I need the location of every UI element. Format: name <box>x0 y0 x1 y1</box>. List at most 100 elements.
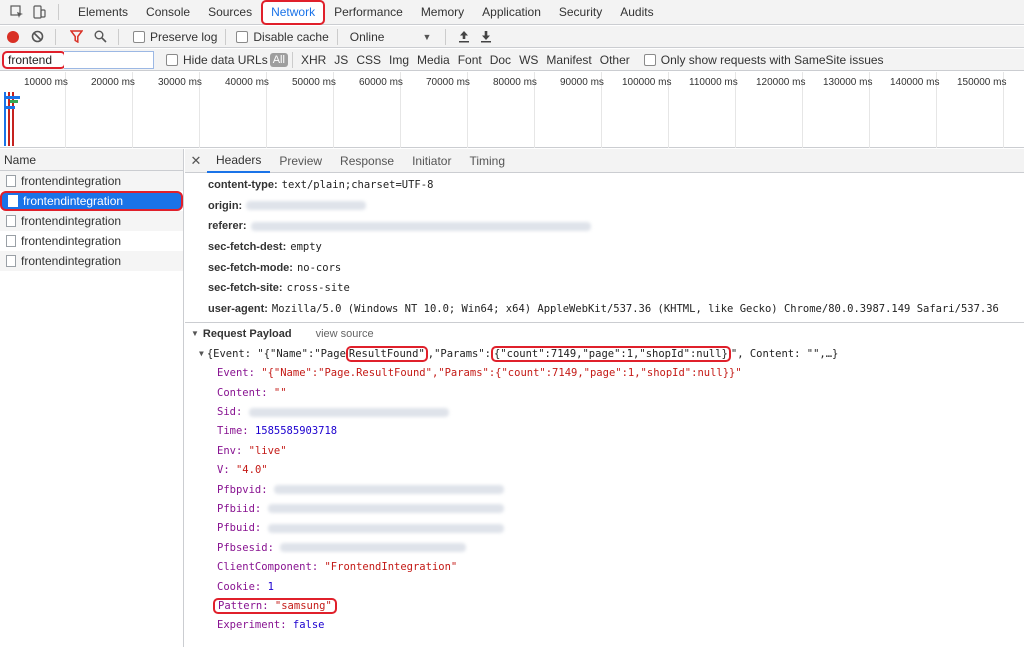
payload-row: Time: 1585585903718 <box>185 422 1024 441</box>
timeline-tick: 50000 ms <box>292 77 336 88</box>
timeline-tick: 30000 ms <box>158 77 202 88</box>
payload-key: Pattern: <box>218 599 269 612</box>
tab-response[interactable]: Response <box>331 149 403 173</box>
tab-timing[interactable]: Timing <box>460 149 514 173</box>
request-list-header[interactable]: Name <box>0 149 183 171</box>
payload-row: Pfbpvid: <box>185 480 1024 499</box>
tab-elements[interactable]: Elements <box>69 0 137 25</box>
search-icon[interactable] <box>92 29 108 45</box>
expand-arrow-icon[interactable]: ▼ <box>199 349 204 358</box>
tab-console[interactable]: Console <box>137 0 199 25</box>
file-icon <box>8 195 18 207</box>
redacted-value <box>267 504 504 514</box>
preserve-log-checkbox[interactable]: Preserve log <box>133 30 217 44</box>
toolbar-separator <box>291 51 293 68</box>
throttling-select[interactable]: Online ▼ <box>350 30 432 44</box>
timeline-tick: 40000 ms <box>225 77 269 88</box>
header-row: user-agent: Mozilla/5.0 (Windows NT 10.0;… <box>185 299 1024 320</box>
tab-preview[interactable]: Preview <box>270 149 331 173</box>
import-har-icon[interactable] <box>456 29 472 45</box>
type-filter-doc[interactable]: Doc <box>486 53 515 67</box>
header-key: user-agent: <box>208 302 268 315</box>
payload-key: Sid: <box>217 406 243 419</box>
tab-application[interactable]: Application <box>473 0 550 25</box>
timeline-overview[interactable]: 10000 ms 20000 ms 30000 ms 40000 ms 5000… <box>0 72 1024 148</box>
hide-data-urls-checkbox[interactable]: Hide data URLs <box>166 53 268 67</box>
tab-security[interactable]: Security <box>550 0 611 25</box>
checkbox-box[interactable] <box>166 53 178 66</box>
disable-cache-checkbox[interactable]: Disable cache <box>236 29 329 44</box>
disable-cache-label: Disable cache <box>253 29 329 44</box>
payload-row: Env: "live" <box>185 441 1024 460</box>
toolbar-separator <box>55 28 56 45</box>
close-icon[interactable]: ✕ <box>185 153 207 169</box>
timeline-tick: 140000 ms <box>890 77 940 88</box>
type-filter-ws[interactable]: WS <box>515 53 542 67</box>
payload-summary-params: {"count":7149,"page":1,"shopId":null} <box>490 345 731 362</box>
export-har-icon[interactable] <box>478 29 494 45</box>
payload-summary-resultfound: ResultFound" <box>345 345 428 362</box>
tab-headers[interactable]: Headers <box>207 149 271 173</box>
pattern-highlight: Pattern: "samsung" <box>213 597 337 614</box>
tab-audits[interactable]: Audits <box>611 0 662 25</box>
devtools-tab-bar: Elements Console Sources Network Perform… <box>0 0 1024 25</box>
clear-icon[interactable] <box>29 29 45 45</box>
type-filter-manifest[interactable]: Manifest <box>542 53 595 67</box>
request-row[interactable]: frontendintegration <box>0 251 183 271</box>
payload-key: V: <box>217 464 230 477</box>
timeline-tick: 10000 ms <box>24 77 68 88</box>
payload-summary-part: {Event: "{"Name":"Page <box>206 347 346 360</box>
payload-summary-part: ", Content: "",…} <box>730 347 839 360</box>
request-row-selected[interactable]: frontendintegration <box>0 191 183 211</box>
request-row[interactable]: frontendintegration <box>0 211 183 231</box>
tab-memory[interactable]: Memory <box>412 0 473 25</box>
payload-tree: ▼ {Event: "{"Name":"Page ResultFound" ,"… <box>185 344 1024 635</box>
checkbox-box[interactable] <box>643 53 656 66</box>
view-source-link[interactable]: view source <box>316 328 374 340</box>
request-payload-title: Request Payload <box>202 327 292 340</box>
payload-summary[interactable]: ▼ {Event: "{"Name":"Page ResultFound" ,"… <box>185 344 1024 363</box>
header-row: sec-fetch-site: cross-site <box>185 278 1024 299</box>
filter-icon[interactable] <box>68 29 84 45</box>
request-payload-section[interactable]: ▼ Request Payload view source <box>185 322 1024 344</box>
request-name: frontendintegration <box>21 214 122 228</box>
checkbox-box[interactable] <box>133 30 145 43</box>
type-filter-all[interactable]: All <box>269 52 288 67</box>
type-filter-other[interactable]: Other <box>596 53 634 67</box>
record-button[interactable] <box>7 30 19 43</box>
timeline-tick: 150000 ms <box>957 77 1007 88</box>
type-filter-js[interactable]: JS <box>330 53 352 67</box>
request-row[interactable]: frontendintegration <box>0 231 183 251</box>
payload-value: "4.0" <box>235 464 268 477</box>
filter-input-rest[interactable] <box>64 50 154 69</box>
inspect-element-icon[interactable] <box>10 5 24 19</box>
type-filter-css[interactable]: CSS <box>352 53 385 67</box>
payload-key: Env: <box>217 444 243 457</box>
payload-value: "samsung" <box>274 599 332 612</box>
tab-performance[interactable]: Performance <box>325 0 412 25</box>
preserve-log-label: Preserve log <box>150 29 218 44</box>
tab-initiator[interactable]: Initiator <box>403 149 460 173</box>
header-value: no-cors <box>296 261 342 274</box>
type-filter-img[interactable]: Img <box>385 53 413 67</box>
type-filter-font[interactable]: Font <box>454 53 486 67</box>
tab-sources[interactable]: Sources <box>199 0 261 25</box>
type-filter-xhr[interactable]: XHR <box>297 53 330 67</box>
type-filter-media[interactable]: Media <box>413 53 454 67</box>
header-value: Mozilla/5.0 (Windows NT 10.0; Win64; x64… <box>271 302 999 315</box>
device-toolbar-icon[interactable] <box>32 5 46 19</box>
request-row[interactable]: frontendintegration <box>0 171 183 191</box>
payload-value: "live" <box>248 444 287 457</box>
request-headers: content-type: text/plain;charset=UTF-8 or… <box>185 173 1024 319</box>
expand-arrow-icon[interactable]: ▼ <box>191 329 199 338</box>
payload-key: Cookie: <box>217 580 262 593</box>
payload-row: ClientComponent: "FrontendIntegration" <box>185 557 1024 576</box>
checkbox-box[interactable] <box>236 30 249 43</box>
payload-key: Pfbiid: <box>217 502 262 515</box>
samesite-checkbox[interactable]: Only show requests with SameSite issues <box>643 53 884 67</box>
waterfall-bar <box>6 96 20 99</box>
payload-row: Sid: <box>185 402 1024 421</box>
filter-input[interactable] <box>2 50 66 69</box>
tab-network[interactable]: Network <box>261 0 326 25</box>
payload-row: Experiment: false <box>185 616 1024 635</box>
